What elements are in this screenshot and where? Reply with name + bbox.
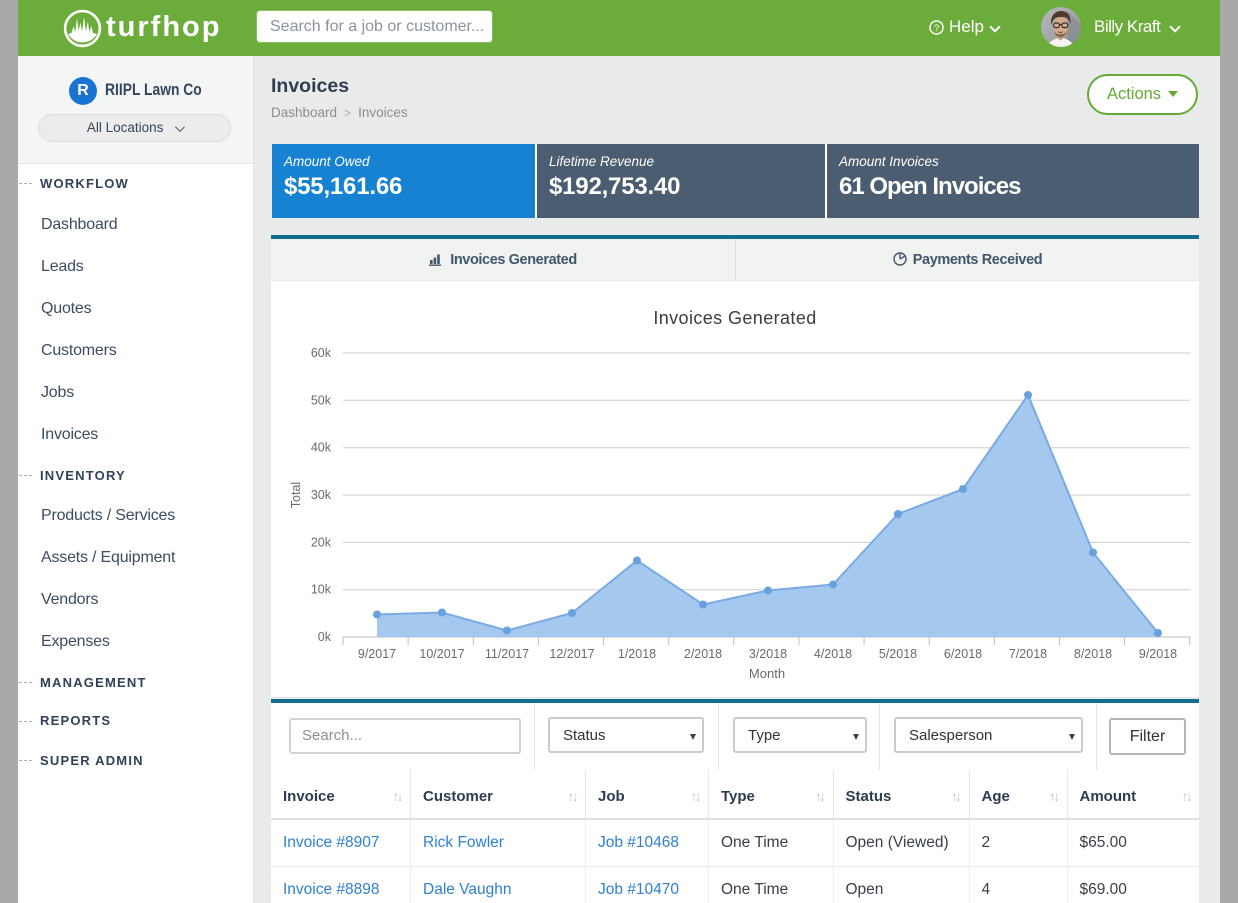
svg-text:11/2017: 11/2017 [485,647,529,661]
svg-text:Invoices Generated: Invoices Generated [653,308,816,328]
svg-text:Month: Month [749,666,785,681]
svg-text:8/2018: 8/2018 [1074,647,1112,661]
svg-text:10k: 10k [311,583,332,597]
svg-text:1/2018: 1/2018 [618,647,656,661]
svg-text:12/2017: 12/2017 [549,647,594,661]
svg-text:30k: 30k [311,488,332,502]
svg-text:4/2018: 4/2018 [814,647,852,661]
svg-text:20k: 20k [311,535,332,549]
svg-text:10/2017: 10/2017 [419,647,464,661]
svg-text:9/2017: 9/2017 [358,647,396,661]
svg-text:40k: 40k [311,441,332,455]
svg-text:60k: 60k [311,346,332,360]
svg-text:Total: Total [289,482,303,508]
svg-text:7/2018: 7/2018 [1009,647,1047,661]
svg-text:9/2018: 9/2018 [1139,647,1177,661]
svg-text:5/2018: 5/2018 [879,647,917,661]
svg-text:?: ? [934,23,939,34]
svg-text:3/2018: 3/2018 [749,647,787,661]
svg-text:50k: 50k [311,393,332,407]
svg-text:0k: 0k [318,630,332,644]
svg-text:6/2018: 6/2018 [944,647,982,661]
svg-text:2/2018: 2/2018 [684,647,722,661]
